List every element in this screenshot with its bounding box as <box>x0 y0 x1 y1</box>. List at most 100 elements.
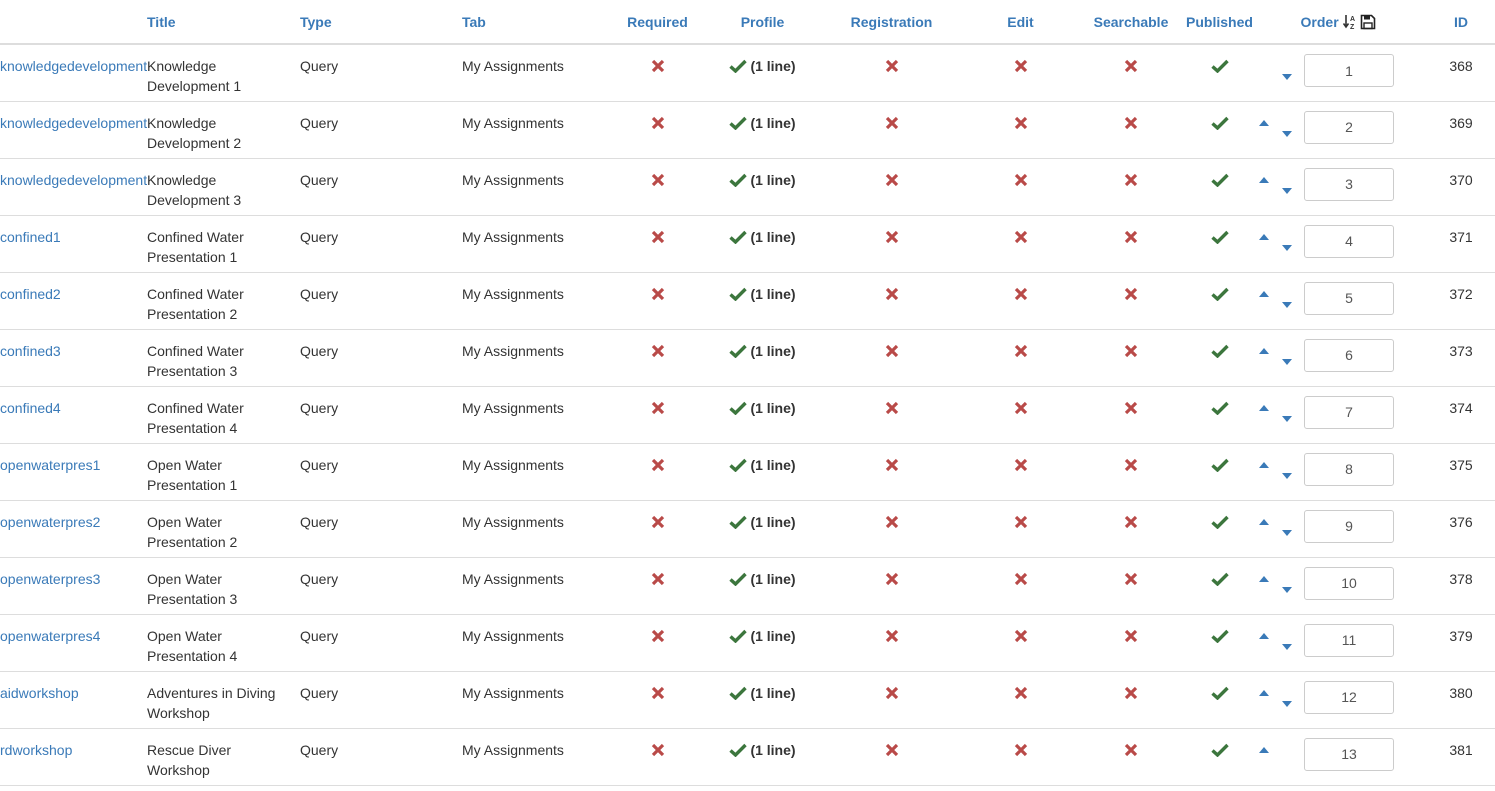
check-icon[interactable] <box>729 685 748 700</box>
cross-icon[interactable] <box>885 115 899 129</box>
caret-up-icon[interactable] <box>1259 575 1269 582</box>
field-name-link[interactable]: confined2 <box>0 286 61 302</box>
order-input[interactable] <box>1304 452 1394 486</box>
cross-icon[interactable] <box>1014 400 1028 414</box>
caret-down-icon[interactable] <box>1282 472 1292 479</box>
col-searchable-header[interactable]: Searchable <box>1078 0 1184 45</box>
cross-icon[interactable] <box>651 229 665 243</box>
field-name-link[interactable]: confined1 <box>0 229 61 245</box>
caret-up-icon[interactable] <box>1259 632 1269 639</box>
cross-icon[interactable] <box>885 286 899 300</box>
cross-icon[interactable] <box>651 514 665 528</box>
caret-down-icon[interactable] <box>1282 301 1292 308</box>
cross-icon[interactable] <box>1124 400 1138 414</box>
check-icon[interactable] <box>729 400 748 415</box>
caret-down-icon[interactable] <box>1282 244 1292 251</box>
field-name-link[interactable]: aidworkshop <box>0 685 79 701</box>
cross-icon[interactable] <box>1124 172 1138 186</box>
check-icon[interactable] <box>729 343 748 358</box>
check-icon[interactable] <box>1210 514 1229 529</box>
cross-icon[interactable] <box>1014 115 1028 129</box>
cross-icon[interactable] <box>651 172 665 186</box>
col-searchable-link[interactable]: Searchable <box>1094 14 1169 30</box>
caret-down-icon[interactable] <box>1282 700 1292 707</box>
caret-down-icon[interactable] <box>1282 187 1292 194</box>
cross-icon[interactable] <box>1124 115 1138 129</box>
field-name-link[interactable]: confined3 <box>0 343 61 359</box>
caret-down-icon[interactable] <box>1282 643 1292 650</box>
check-icon[interactable] <box>1210 229 1229 244</box>
cross-icon[interactable] <box>1014 229 1028 243</box>
cross-icon[interactable] <box>1124 58 1138 73</box>
caret-up-icon[interactable] <box>1259 176 1269 183</box>
order-input[interactable] <box>1304 224 1394 258</box>
caret-up-icon[interactable] <box>1259 689 1269 696</box>
cross-icon[interactable] <box>651 400 665 414</box>
cross-icon[interactable] <box>885 229 899 243</box>
col-required-header[interactable]: Required <box>610 0 705 45</box>
field-name-link[interactable]: confined4 <box>0 400 61 416</box>
cross-icon[interactable] <box>1124 343 1138 357</box>
check-icon[interactable] <box>1210 685 1229 700</box>
check-icon[interactable] <box>1210 172 1229 187</box>
cross-icon[interactable] <box>1014 343 1028 357</box>
cross-icon[interactable] <box>885 742 899 756</box>
order-input[interactable] <box>1304 395 1394 429</box>
cross-icon[interactable] <box>885 343 899 357</box>
check-icon[interactable] <box>729 115 748 130</box>
order-input[interactable] <box>1304 110 1394 144</box>
cross-icon[interactable] <box>885 400 899 414</box>
check-icon[interactable] <box>729 457 748 472</box>
field-name-link[interactable]: openwaterpres1 <box>0 457 100 473</box>
col-name-header[interactable] <box>0 0 147 45</box>
caret-up-icon[interactable] <box>1259 404 1269 411</box>
order-input[interactable] <box>1304 281 1394 315</box>
col-order-link[interactable]: Order <box>1301 14 1339 30</box>
caret-down-icon[interactable] <box>1282 130 1292 137</box>
caret-up-icon[interactable] <box>1259 347 1269 354</box>
cross-icon[interactable] <box>1014 286 1028 300</box>
order-input[interactable] <box>1304 623 1394 657</box>
col-profile-link[interactable]: Profile <box>741 14 785 30</box>
caret-down-icon[interactable] <box>1282 415 1292 422</box>
caret-down-icon[interactable] <box>1282 358 1292 365</box>
col-title-link[interactable]: Title <box>147 14 176 30</box>
col-tab-link[interactable]: Tab <box>462 14 486 30</box>
cross-icon[interactable] <box>1014 58 1028 73</box>
caret-up-icon[interactable] <box>1259 518 1269 525</box>
order-input[interactable] <box>1304 167 1394 201</box>
cross-icon[interactable] <box>1124 229 1138 243</box>
cross-icon[interactable] <box>651 685 665 699</box>
cross-icon[interactable] <box>885 457 899 471</box>
check-icon[interactable] <box>1210 742 1229 757</box>
order-input[interactable] <box>1304 338 1394 372</box>
check-icon[interactable] <box>1210 58 1229 74</box>
order-input[interactable] <box>1304 680 1394 714</box>
order-input[interactable] <box>1304 566 1394 600</box>
col-id-link[interactable]: ID <box>1454 14 1468 30</box>
check-icon[interactable] <box>1210 457 1229 472</box>
caret-up-icon[interactable] <box>1259 461 1269 468</box>
cross-icon[interactable] <box>1124 571 1138 585</box>
check-icon[interactable] <box>1210 628 1229 643</box>
save-order-icon[interactable] <box>1360 14 1376 30</box>
field-name-link[interactable]: rdworkshop <box>0 742 72 758</box>
caret-up-icon[interactable] <box>1259 233 1269 240</box>
sort-alpha-icon[interactable]: AZ <box>1342 14 1361 31</box>
cross-icon[interactable] <box>1124 514 1138 528</box>
cross-icon[interactable] <box>651 571 665 585</box>
cross-icon[interactable] <box>885 628 899 642</box>
check-icon[interactable] <box>1210 400 1229 415</box>
cross-icon[interactable] <box>1014 514 1028 528</box>
check-icon[interactable] <box>1210 286 1229 301</box>
check-icon[interactable] <box>1210 571 1229 586</box>
cross-icon[interactable] <box>885 571 899 585</box>
col-profile-header[interactable]: Profile <box>705 0 820 45</box>
col-order-header[interactable]: Order AZ <box>1255 0 1422 45</box>
field-name-link[interactable]: knowledgedevelopment2 <box>0 115 147 131</box>
check-icon[interactable] <box>729 172 748 187</box>
check-icon[interactable] <box>729 571 748 586</box>
caret-up-icon[interactable] <box>1259 119 1269 126</box>
check-icon[interactable] <box>729 742 748 757</box>
check-icon[interactable] <box>729 514 748 529</box>
